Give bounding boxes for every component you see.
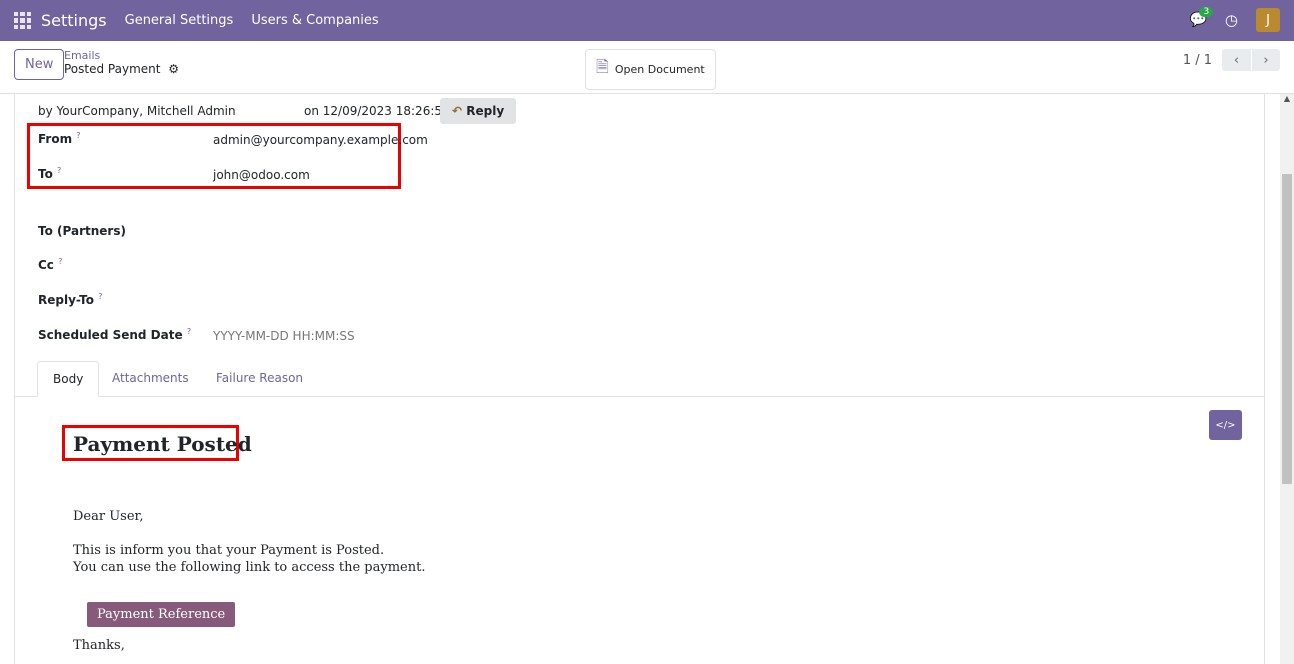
open-document-label: Open Document [614, 63, 705, 76]
message-author: by YourCompany, Mitchell Admin [38, 104, 236, 118]
gear-icon[interactable]: ⚙ [168, 62, 179, 76]
reply-icon: ↶ [452, 104, 463, 118]
document-icon: 🗎 [596, 57, 609, 76]
tab-attachments[interactable]: Attachments [97, 361, 204, 397]
open-document-button[interactable]: 🗎 Open Document [585, 49, 716, 90]
apps-menu-icon[interactable] [14, 12, 31, 29]
previous-button[interactable]: ‹ [1222, 49, 1251, 71]
code-view-button[interactable]: </> [1209, 410, 1242, 440]
from-field[interactable]: admin@yourcompany.example.com [213, 133, 428, 147]
clock-icon[interactable]: ◷ [1225, 11, 1238, 29]
scheduled-date-input[interactable]: YYYY-MM-DD HH:MM:SS [213, 329, 355, 343]
breadcrumb: Emails Posted Payment ⚙ [64, 49, 179, 76]
message-date: on 12/09/2023 18:26:56 [304, 104, 450, 118]
scheduled-label: Scheduled Send Date ? [38, 327, 192, 342]
reply-to-label: Reply-To ? [38, 292, 103, 307]
from-label: From ? [38, 131, 81, 146]
avatar[interactable]: J [1256, 8, 1280, 32]
email-title: Payment Posted [73, 432, 252, 456]
email-line-2: You can use the following link to access… [73, 560, 426, 575]
control-panel: New Emails Posted Payment ⚙ 🗎 Open Docum… [0, 41, 1294, 94]
menu-general-settings[interactable]: General Settings [125, 13, 234, 28]
new-button[interactable]: New [14, 49, 65, 80]
reply-button[interactable]: ↶ Reply [440, 98, 517, 124]
cc-label: Cc ? [38, 257, 63, 272]
email-line-1: This is inform you that your Payment is … [73, 543, 385, 558]
email-greeting: Dear User, [73, 509, 144, 524]
scrollbar[interactable]: ▲ [1280, 94, 1294, 664]
chat-badge: 3 [1199, 7, 1214, 17]
tab-body[interactable]: Body [37, 361, 100, 397]
app-brand[interactable]: Settings [41, 11, 107, 30]
to-field[interactable]: john@odoo.com [213, 168, 310, 182]
form-sheet: by YourCompany, Mitchell Admin on 12/09/… [14, 94, 1265, 664]
to-label: To ? [38, 166, 62, 181]
menu-users-companies[interactable]: Users & Companies [251, 13, 378, 28]
email-closing: Thanks, [73, 638, 125, 653]
chat-icon[interactable]: 💬 3 [1189, 7, 1214, 28]
scrollbar-thumb[interactable] [1282, 174, 1292, 484]
to-partners-label: To (Partners) [38, 224, 126, 238]
reply-label: Reply [466, 104, 505, 118]
pager-value[interactable]: 1 / 1 [1183, 53, 1212, 68]
breadcrumb-current: Posted Payment [64, 62, 161, 76]
breadcrumb-emails[interactable]: Emails [64, 49, 179, 62]
top-navbar: Settings General Settings Users & Compan… [0, 0, 1294, 41]
tab-failure-reason[interactable]: Failure Reason [201, 361, 318, 397]
next-button[interactable]: › [1251, 49, 1280, 71]
notebook-tabs: Body Attachments Failure Reason [15, 361, 1264, 397]
payment-reference-button[interactable]: Payment Reference [87, 602, 236, 627]
